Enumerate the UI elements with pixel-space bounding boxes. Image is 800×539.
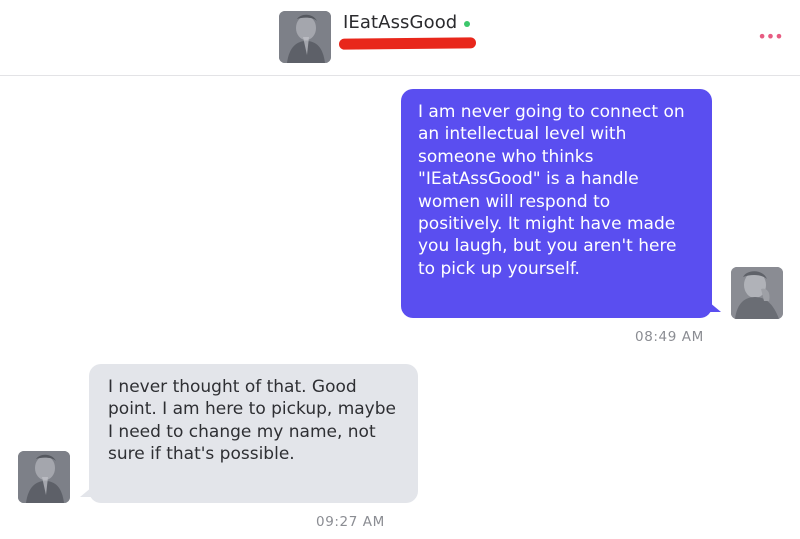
more-options-button[interactable]: •••: [756, 28, 784, 46]
contact-avatar[interactable]: [279, 11, 331, 63]
chat-header: IEatAssGood •••: [0, 0, 800, 76]
contact-avatar[interactable]: [18, 451, 70, 503]
chat-screen: IEatAssGood ••• I am never going to conn…: [0, 0, 800, 539]
contact-name[interactable]: IEatAssGood: [343, 12, 457, 33]
sender-avatar[interactable]: [731, 267, 783, 319]
person-silhouette-icon: [18, 451, 70, 503]
message-timestamp: 09:27 AM: [316, 514, 385, 530]
person-silhouette-icon: [731, 267, 783, 319]
online-status-indicator: [464, 21, 470, 27]
redaction-scribble: [338, 37, 477, 50]
more-dots-icon: •••: [757, 27, 783, 46]
message-bubble-received[interactable]: I never thought of that. Good point. I a…: [80, 364, 418, 503]
message-bubble-sent[interactable]: I am never going to connect on an intell…: [401, 89, 721, 318]
message-timestamp: 08:49 AM: [635, 329, 704, 345]
person-silhouette-icon: [279, 11, 331, 63]
